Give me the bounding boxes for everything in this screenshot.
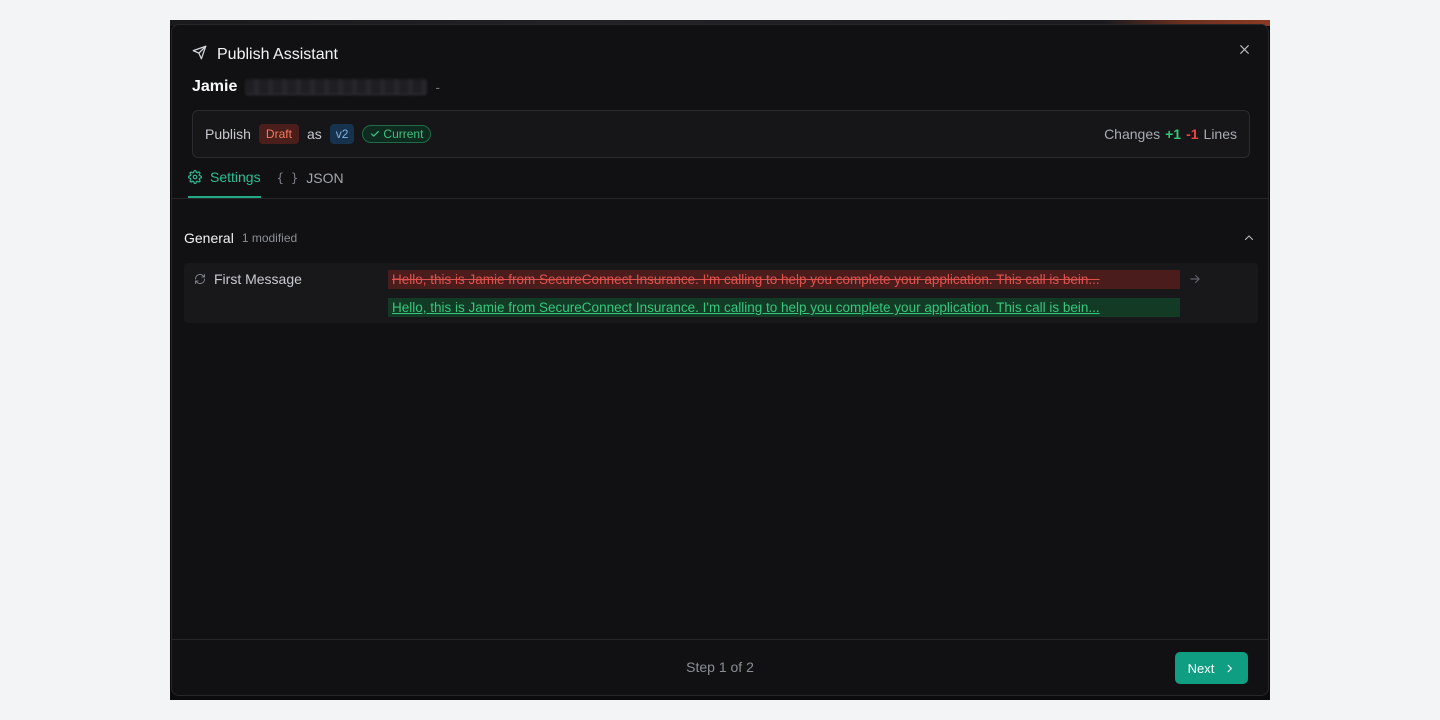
as-label: as — [306, 126, 322, 142]
agent-id-redacted — [245, 79, 428, 95]
arrow-right-icon — [1190, 274, 1200, 284]
diff-old-value[interactable]: Hello, this is Jamie from SecureConnect … — [388, 270, 1180, 289]
publish-modal: Publish Assistant Jamie - Publish Draft … — [171, 24, 1269, 696]
refresh-icon — [194, 273, 206, 285]
agent-row: Jamie - — [192, 77, 440, 97]
send-icon — [192, 45, 207, 65]
current-badge: Current — [362, 125, 432, 143]
modal-header: Publish Assistant — [192, 45, 338, 65]
section-general-header: General 1 modified — [184, 228, 1258, 248]
modal-title: Publish Assistant — [217, 46, 338, 63]
check-icon — [371, 130, 380, 137]
changes-label: Changes — [1104, 126, 1161, 142]
version-badge: v2 — [329, 124, 355, 144]
tab-settings-label: Settings — [210, 169, 261, 185]
section-title: General — [184, 230, 234, 246]
tabs-divider — [172, 198, 1268, 199]
diff-row-first-message: First Message Hello, this is Jamie from … — [184, 263, 1258, 323]
publish-summary: Publish Draft as v2 Current Changes +1 -… — [192, 110, 1250, 158]
added-count: +1 — [1165, 126, 1182, 142]
current-badge-label: Current — [383, 127, 424, 141]
agent-name: Jamie — [192, 78, 238, 95]
chevron-up-icon — [1244, 235, 1254, 241]
close-icon — [1239, 44, 1249, 54]
publish-label: Publish — [205, 126, 251, 142]
tab-json[interactable]: { } JSON — [277, 168, 344, 198]
footer-divider — [172, 639, 1268, 640]
gear-icon — [188, 170, 202, 184]
lines-label: Lines — [1203, 126, 1237, 142]
tab-settings[interactable]: Settings — [188, 168, 261, 198]
next-button[interactable]: Next — [1175, 652, 1248, 684]
section-modified-count: 1 modified — [241, 231, 298, 245]
diff-new-value[interactable]: Hello, this is Jamie from SecureConnect … — [388, 298, 1180, 317]
tab-bar: Settings { } JSON — [188, 168, 344, 198]
diff-field: First Message — [194, 271, 302, 287]
next-button-label: Next — [1187, 660, 1215, 676]
chevron-right-icon — [1227, 664, 1233, 672]
close-button[interactable] — [1234, 39, 1254, 59]
collapse-button[interactable] — [1240, 229, 1258, 247]
tab-json-label: JSON — [306, 170, 344, 186]
removed-count: -1 — [1186, 126, 1199, 142]
braces-icon: { } — [276, 171, 299, 185]
status-badge: Draft — [258, 124, 299, 144]
step-indicator: Step 1 of 2 — [686, 659, 754, 675]
agent-dash: - — [435, 79, 441, 95]
diff-field-label: First Message — [214, 271, 302, 287]
